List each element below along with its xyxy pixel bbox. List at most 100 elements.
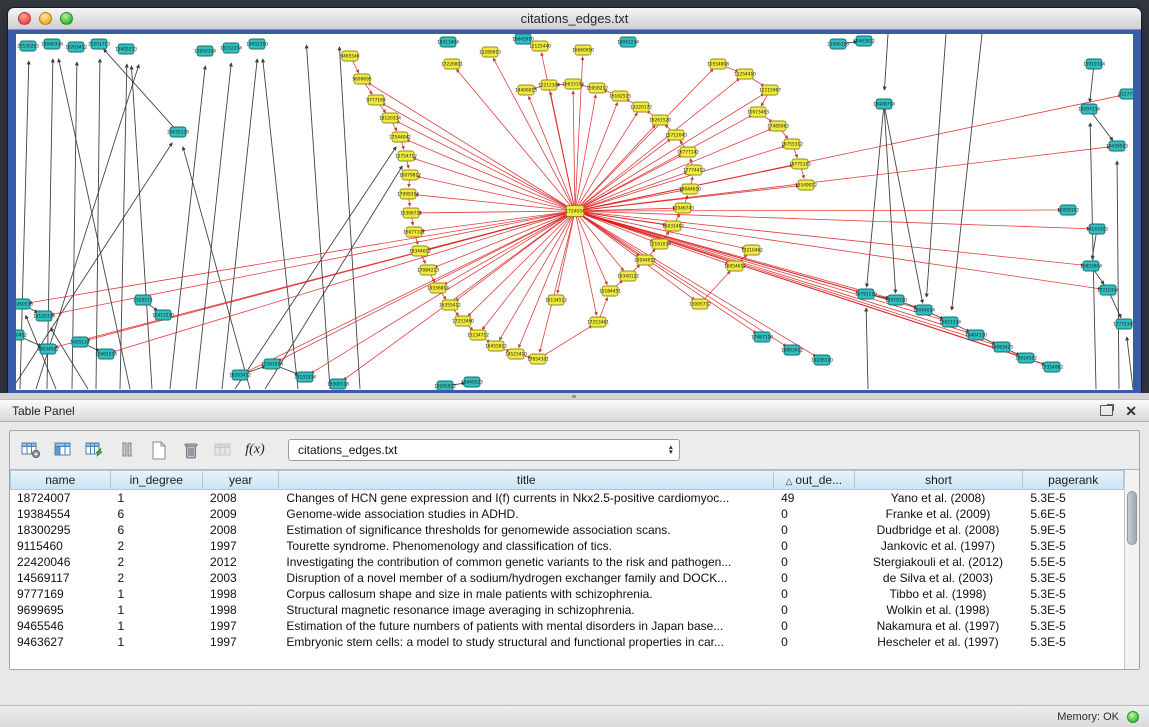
table-row[interactable]: 1456911722003Disruption of a novel membe… [10, 570, 1124, 586]
minimize-button[interactable] [39, 12, 52, 25]
table-cell-short[interactable]: de Silva et al. (2003) [855, 570, 1024, 586]
table-cell-out_degree[interactable]: 0 [774, 506, 854, 522]
table-row[interactable]: 1938455462009Genome-wide association stu… [10, 506, 1124, 522]
table-cell-title[interactable]: Changes of HCN gene expression and I(f) … [279, 490, 774, 506]
table-cell-out_degree[interactable]: 0 [774, 586, 854, 602]
table-cell-title[interactable]: Estimation of the future numbers of pati… [279, 618, 774, 634]
column-header-in_degree[interactable]: in_degree [111, 470, 203, 490]
table-row[interactable]: 977716911998Corpus callosum shape and si… [10, 586, 1124, 602]
column-header-year[interactable]: year [203, 470, 279, 490]
merge-table-disabled-icon[interactable] [210, 437, 236, 463]
table-cell-title[interactable]: Genome-wide association studies in ADHD. [279, 506, 774, 522]
zoom-button[interactable] [60, 12, 73, 25]
table-cell-pagerank[interactable]: 5.3E-5 [1023, 602, 1124, 618]
table-cell-in_degree[interactable]: 2 [111, 570, 203, 586]
import-table-icon[interactable] [82, 437, 108, 463]
table-cell-short[interactable]: Dudbridge et al. (2008) [855, 522, 1024, 538]
table-cell-title[interactable]: Tourette syndrome. Phenomenology and cla… [279, 538, 774, 554]
table-row[interactable]: 911546021997Tourette syndrome. Phenomeno… [10, 538, 1124, 554]
table-cell-title[interactable]: Embryonic stem cells: a model to study s… [279, 634, 774, 650]
table-cell-year[interactable]: 1998 [203, 586, 279, 602]
table-cell-out_degree[interactable]: 0 [774, 538, 854, 554]
table-cell-out_degree[interactable]: 0 [774, 618, 854, 634]
delete-table-icon[interactable] [178, 437, 204, 463]
table-cell-out_degree[interactable]: 0 [774, 570, 854, 586]
table-cell-name[interactable]: 18300295 [10, 522, 111, 538]
table-cell-out_degree[interactable]: 0 [774, 634, 854, 650]
table-cell-short[interactable]: Stergiakouli et al. (2012) [855, 554, 1024, 570]
function-builder-icon[interactable]: f(x) [242, 437, 268, 463]
column-header-name[interactable]: name [10, 470, 111, 490]
table-cell-in_degree[interactable]: 1 [111, 634, 203, 650]
table-cell-short[interactable]: Wolkin et al. (1998) [855, 602, 1024, 618]
table-cell-year[interactable]: 1997 [203, 618, 279, 634]
window-titlebar[interactable]: citations_edges.txt [8, 8, 1141, 30]
column-header-pagerank[interactable]: pagerank [1023, 470, 1124, 490]
table-cell-year[interactable]: 2008 [203, 490, 279, 506]
table-cell-year[interactable]: 2012 [203, 554, 279, 570]
table-row[interactable]: 1830029562008Estimation of significance … [10, 522, 1124, 538]
table-cell-pagerank[interactable]: 5.3E-5 [1023, 538, 1124, 554]
table-cell-pagerank[interactable]: 5.3E-5 [1023, 586, 1124, 602]
table-cell-year[interactable]: 1997 [203, 634, 279, 650]
table-cell-short[interactable]: Tibbo et al. (1998) [855, 586, 1024, 602]
table-cell-pagerank[interactable]: 5.3E-5 [1023, 570, 1124, 586]
table-cell-name[interactable]: 22420046 [10, 554, 111, 570]
network-canvas[interactable]: 1724034946554696996959777169181203341754… [16, 34, 1133, 390]
table-cell-name[interactable]: 9115460 [10, 538, 111, 554]
table-cell-in_degree[interactable]: 6 [111, 522, 203, 538]
table-cell-in_degree[interactable]: 1 [111, 602, 203, 618]
column-visibility-icon[interactable] [50, 437, 76, 463]
table-cell-name[interactable]: 14569117 [10, 570, 111, 586]
column-header-short[interactable]: short [855, 470, 1024, 490]
table-cell-short[interactable]: Jankovic et al. (1997) [855, 538, 1024, 554]
column-header-title[interactable]: title [279, 470, 774, 490]
table-scrollbar[interactable] [1124, 470, 1139, 669]
table-cell-out_degree[interactable]: 0 [774, 602, 854, 618]
table-cell-name[interactable]: 9699695 [10, 602, 111, 618]
table-cell-title[interactable]: Investigating the contribution of common… [279, 554, 774, 570]
table-cell-out_degree[interactable]: 0 [774, 522, 854, 538]
table-cell-year[interactable]: 1997 [203, 538, 279, 554]
table-cell-year[interactable]: 1998 [203, 602, 279, 618]
table-cell-in_degree[interactable]: 1 [111, 618, 203, 634]
network-table-select[interactable]: citations_edges.txt ▲▼ [288, 439, 680, 461]
table-cell-pagerank[interactable]: 5.6E-5 [1023, 506, 1124, 522]
table-cell-pagerank[interactable]: 5.9E-5 [1023, 522, 1124, 538]
table-cell-in_degree[interactable]: 2 [111, 538, 203, 554]
table-row[interactable]: 2242004622012Investigating the contribut… [10, 554, 1124, 570]
table-cell-short[interactable]: Hescheler et al. (1997) [855, 634, 1024, 650]
table-cell-name[interactable]: 19384554 [10, 506, 111, 522]
table-scrollbar-thumb[interactable] [1127, 491, 1137, 545]
table-row[interactable]: 946362711997Embryonic stem cells: a mode… [10, 634, 1124, 650]
table-cell-short[interactable]: Nakamura et al. (1997) [855, 618, 1024, 634]
table-cell-name[interactable]: 9463627 [10, 634, 111, 650]
table-row[interactable]: 969969511998Structural magnetic resonanc… [10, 602, 1124, 618]
table-cell-pagerank[interactable]: 5.3E-5 [1023, 490, 1124, 506]
close-button[interactable] [18, 12, 31, 25]
table-cell-year[interactable]: 2003 [203, 570, 279, 586]
table-cell-out_degree[interactable]: 49 [774, 490, 854, 506]
table-cell-out_degree[interactable]: 0 [774, 554, 854, 570]
table-cell-pagerank[interactable]: 5.3E-5 [1023, 634, 1124, 650]
table-cell-name[interactable]: 9465546 [10, 618, 111, 634]
table-cell-year[interactable]: 2009 [203, 506, 279, 522]
table-cell-pagerank[interactable]: 5.5E-5 [1023, 554, 1124, 570]
table-row[interactable]: 946554611997Estimation of the future num… [10, 618, 1124, 634]
table-cell-title[interactable]: Estimation of significance thresholds fo… [279, 522, 774, 538]
table-settings-icon[interactable] [18, 437, 44, 463]
table-cell-in_degree[interactable]: 1 [111, 490, 203, 506]
table-cell-in_degree[interactable]: 6 [111, 506, 203, 522]
table-cell-in_degree[interactable]: 2 [111, 554, 203, 570]
column-header-out_degree[interactable]: △out_de... [774, 470, 854, 490]
table-cell-name[interactable]: 9777169 [10, 586, 111, 602]
table-cell-name[interactable]: 18724007 [10, 490, 111, 506]
row-tools-icon[interactable] [114, 437, 140, 463]
close-panel-icon[interactable]: ✕ [1125, 404, 1137, 418]
table-cell-title[interactable]: Structural magnetic resonance image aver… [279, 602, 774, 618]
float-panel-icon[interactable] [1100, 405, 1113, 416]
table-cell-short[interactable]: Yano et al. (2008) [855, 490, 1024, 506]
table-row[interactable]: 1872400712008Changes of HCN gene express… [10, 490, 1124, 506]
new-network-icon[interactable] [146, 437, 172, 463]
table-cell-title[interactable]: Corpus callosum shape and size in male p… [279, 586, 774, 602]
